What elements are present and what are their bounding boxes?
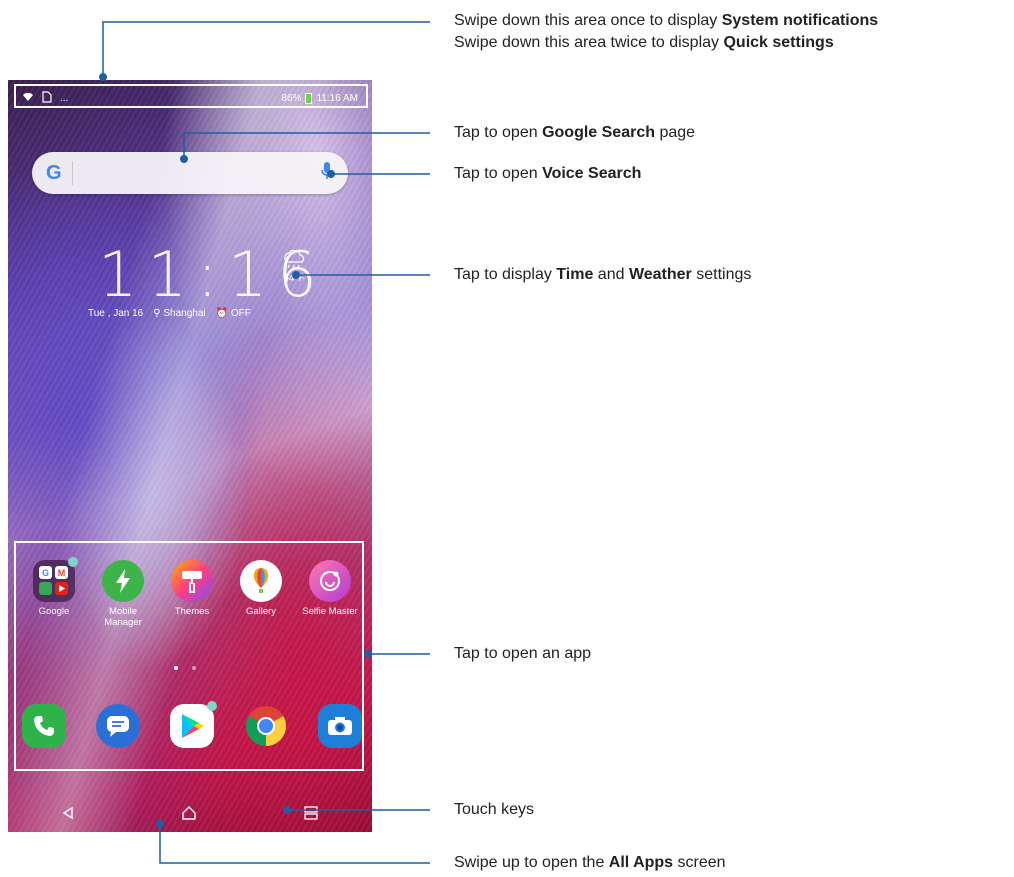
home-icon[interactable] [181, 805, 197, 826]
recent-apps-icon[interactable] [303, 805, 319, 825]
alarm-status: OFF [230, 308, 251, 319]
app-area-highlight [14, 541, 364, 771]
cloud-rain-icon [284, 249, 304, 269]
annotation-app: Tap to open an app [454, 645, 592, 662]
temperature: 54°F [283, 273, 305, 284]
search-divider [71, 161, 73, 185]
weather-widget[interactable]: 54°F [280, 249, 308, 284]
annotation-touch-keys: Touch keys [454, 801, 535, 818]
annotation-voice-search: Tap to open Voice Search [454, 165, 642, 182]
navigation-bar [8, 798, 372, 832]
google-logo-icon: G [46, 161, 62, 184]
annotation-all-apps: Swipe up to open the All Apps screen [454, 854, 726, 871]
status-leader [102, 21, 430, 75]
mic-icon[interactable] [320, 161, 334, 186]
google-search-bar[interactable]: G [32, 152, 348, 194]
annotation-time-weather: Tap to display Time and Weather settings [454, 266, 752, 283]
alarm-icon: ⏰ [215, 308, 229, 319]
location-pin-icon: ⚲ [153, 308, 161, 319]
annotation-status: Swipe down this area once to display Sys… [454, 12, 879, 51]
location-text: Shanghai [163, 308, 206, 319]
back-icon[interactable] [61, 806, 75, 825]
status-bar-highlight [14, 84, 368, 108]
date-line[interactable]: Tue , Jan 16 ⚲ Shanghai ⏰ OFF [88, 308, 251, 319]
annotation-google-search: Tap to open Google Search page [454, 124, 696, 141]
date-text: Tue , Jan 16 [88, 308, 144, 319]
